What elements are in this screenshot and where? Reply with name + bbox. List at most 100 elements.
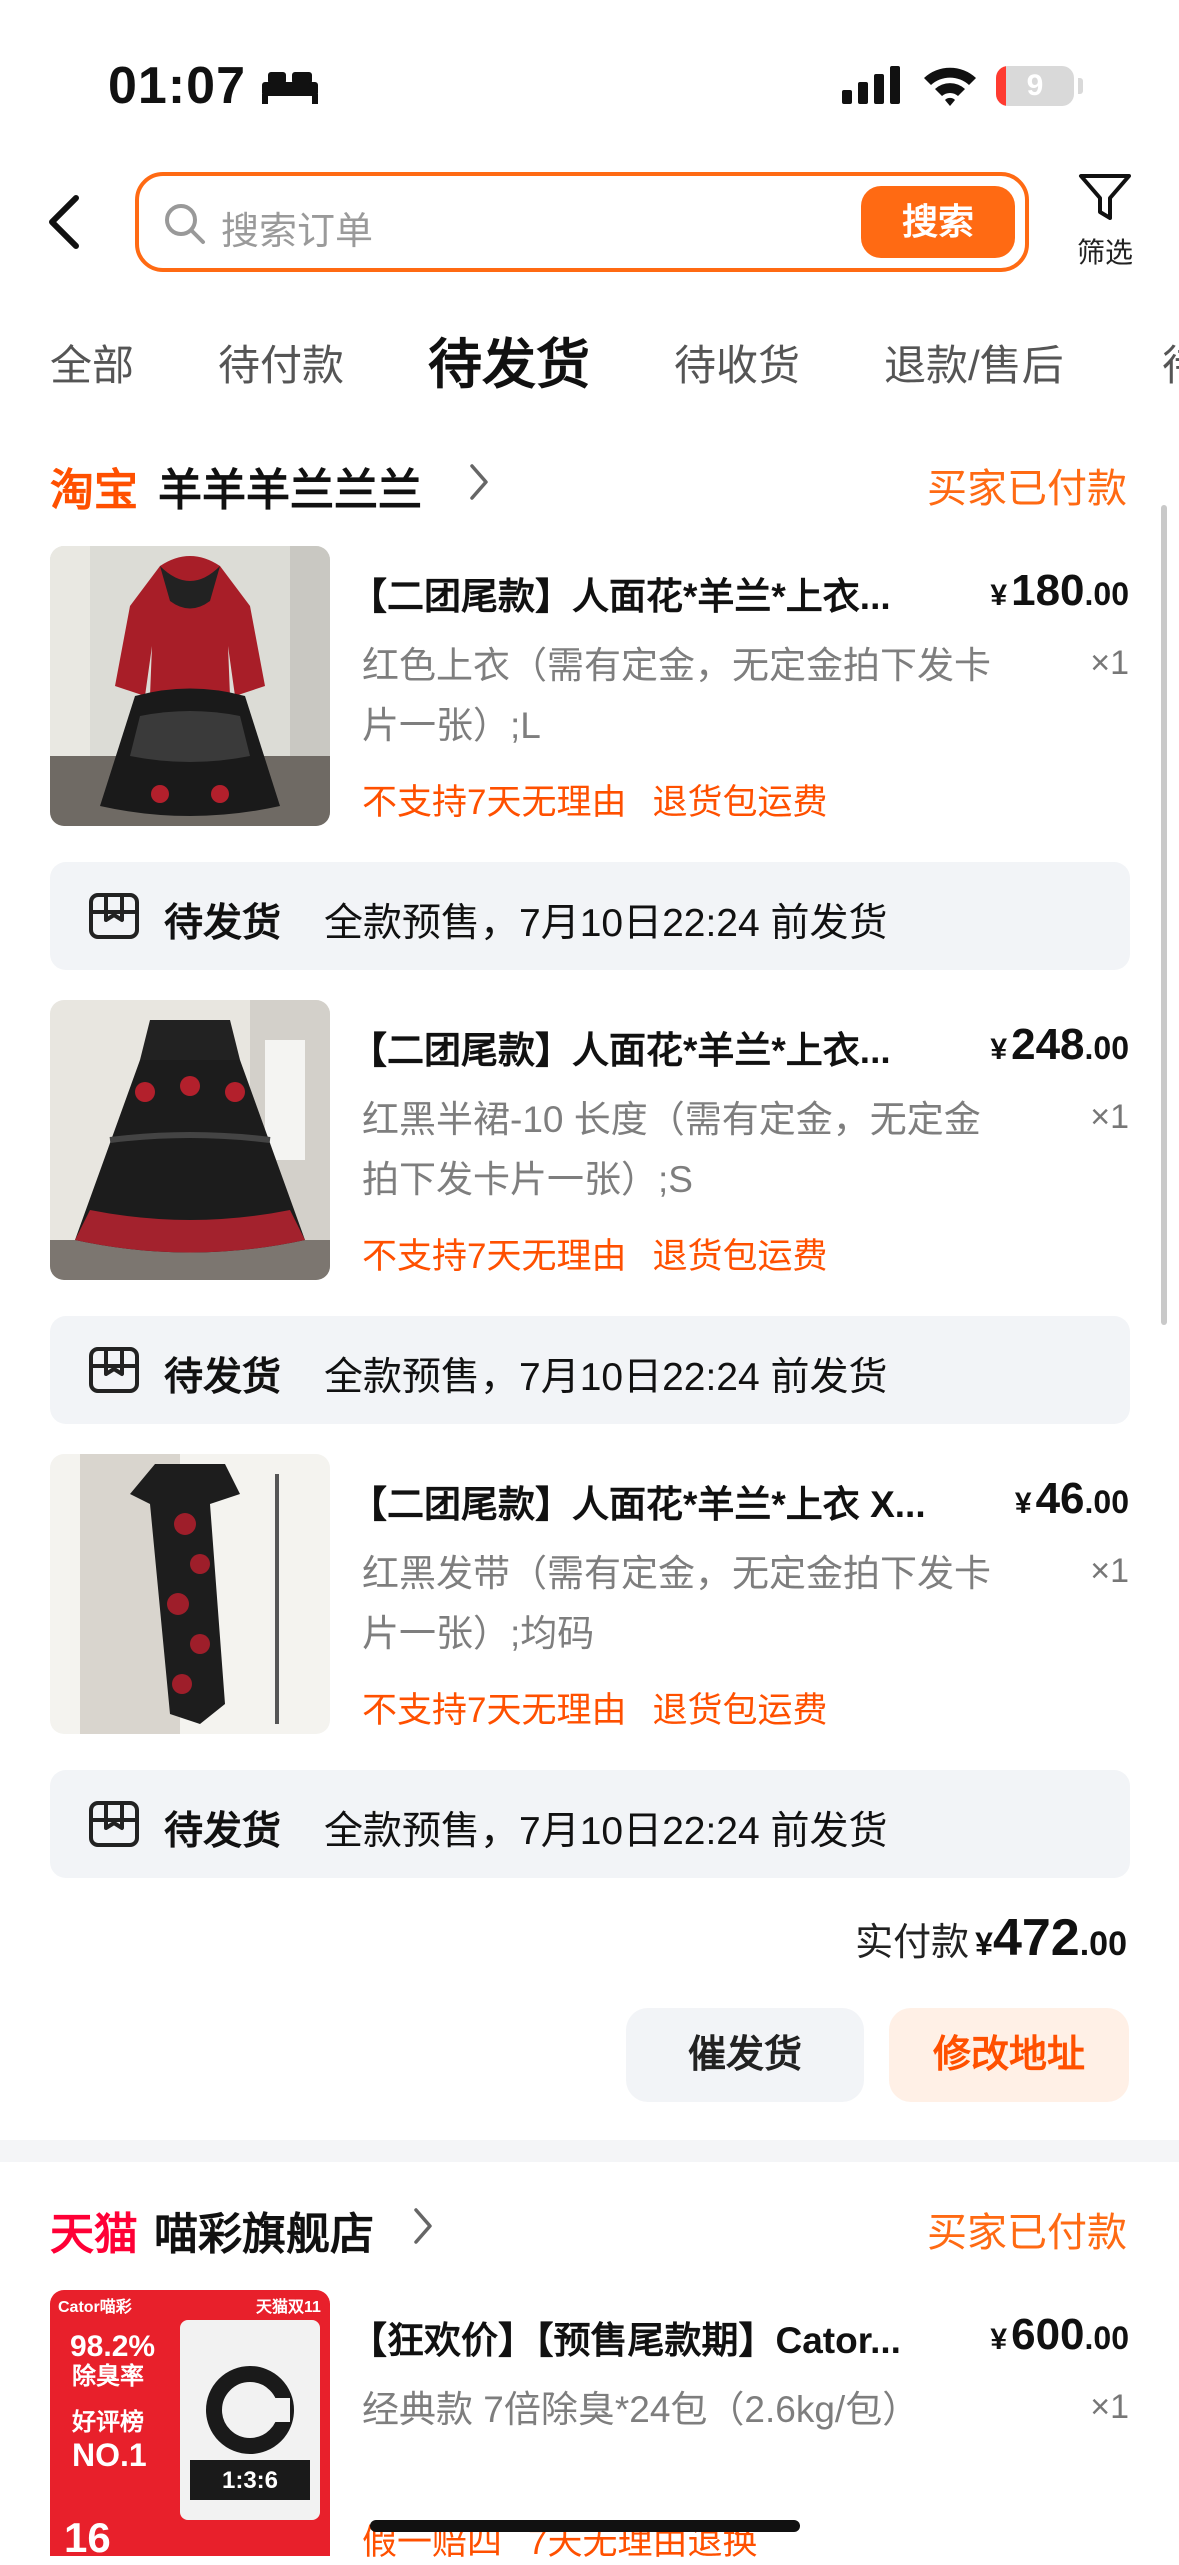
image-rank-label: 好评榜 bbox=[71, 2408, 144, 2436]
shipping-status: 待发货 bbox=[164, 1810, 282, 1853]
package-icon bbox=[89, 1801, 139, 1847]
filter-button[interactable]: 筛选 bbox=[1070, 172, 1140, 271]
taobao-logo: 淘宝 bbox=[50, 466, 138, 515]
sleep-focus-icon bbox=[262, 72, 318, 104]
shipping-desc: 全款预售，7月10日22:24 前发货 bbox=[324, 1356, 888, 1399]
image-badge-text: 天猫双11 bbox=[256, 2297, 321, 2316]
price-decimal: .00 bbox=[1084, 1484, 1129, 1520]
image-count-text: 16 bbox=[64, 2514, 111, 2556]
product-sku: 经典款 7倍除臭*24包（2.6kg/包） bbox=[362, 2389, 920, 2430]
product-title[interactable]: 【二团尾款】人面花*羊兰*上衣 X... bbox=[350, 1474, 950, 1528]
store-name[interactable]: 喵彩旗舰店 bbox=[154, 2198, 374, 2262]
search-input[interactable]: 搜索订单 bbox=[221, 200, 373, 255]
image-ratio-text: 1:3:6 bbox=[222, 2467, 278, 2494]
price-integer: 248 bbox=[1011, 1020, 1085, 1069]
tag-no-7day-return: 不支持7天无理由 bbox=[362, 1691, 627, 1730]
home-indicator[interactable] bbox=[370, 2520, 800, 2532]
price-integer: 600 bbox=[1011, 2310, 1085, 2359]
shipping-desc: 全款预售，7月10日22:24 前发货 bbox=[324, 1810, 888, 1853]
tag-no-7day-return: 不支持7天无理由 bbox=[362, 1237, 627, 1276]
currency-symbol: ¥ bbox=[975, 1926, 993, 1962]
search-icon bbox=[165, 204, 205, 244]
order-tabs: 全部 待付款 待发货 待收货 退款/售后 待 bbox=[0, 320, 1179, 400]
cellular-signal-icon bbox=[842, 66, 900, 104]
order-status: 买家已付款 bbox=[927, 2211, 1127, 2255]
price-decimal: .00 bbox=[1084, 576, 1129, 612]
tab-refund-aftersale[interactable]: 退款/售后 bbox=[884, 332, 1064, 393]
back-arrow-icon[interactable] bbox=[44, 192, 84, 252]
image-rate-text: 98.2% bbox=[70, 2330, 155, 2363]
currency-symbol: ¥ bbox=[990, 1033, 1008, 1066]
total-decimal: .00 bbox=[1079, 1925, 1127, 1963]
modify-address-button[interactable]: 修改地址 bbox=[889, 2008, 1129, 2102]
product-price: ¥46.00 bbox=[1015, 1474, 1129, 1524]
product-image[interactable]: 1:3:6 Cator喵彩 天猫双11 98.2% 除臭率 好评榜 NO.1 1… bbox=[50, 2290, 330, 2556]
price-integer: 46 bbox=[1035, 1474, 1085, 1523]
product-title[interactable]: 【二团尾款】人面花*羊兰*上衣... bbox=[350, 1020, 950, 1074]
status-time: 01:07 bbox=[108, 57, 246, 115]
product-sku: 红黑发带（需有定金，无定金拍下发卡片一张）;均码 bbox=[362, 1553, 991, 1654]
currency-symbol: ¥ bbox=[1014, 1487, 1032, 1520]
battery-level: 9 bbox=[1026, 69, 1044, 102]
package-icon bbox=[89, 1347, 139, 1393]
product-image[interactable] bbox=[50, 1000, 330, 1280]
shipping-desc: 全款预售，7月10日22:24 前发货 bbox=[324, 902, 888, 945]
product-quantity: ×1 bbox=[1090, 644, 1129, 682]
wifi-icon bbox=[924, 67, 976, 106]
product-price: ¥180.00 bbox=[990, 566, 1129, 616]
search-bar[interactable]: 搜索订单 搜索 bbox=[135, 172, 1029, 272]
tag-return-shipping: 退货包运费 bbox=[652, 1237, 828, 1276]
product-price: ¥248.00 bbox=[990, 1020, 1129, 1070]
image-rank-text: NO.1 bbox=[72, 2437, 147, 2473]
package-icon bbox=[89, 893, 139, 939]
currency-symbol: ¥ bbox=[990, 579, 1008, 612]
service-tags: 不支持7天无理由 退货包运费 bbox=[362, 774, 827, 825]
tab-pending-receipt[interactable]: 待收货 bbox=[674, 332, 800, 393]
tab-pending-payment[interactable]: 待付款 bbox=[218, 332, 344, 393]
tmall-logo: 天猫 bbox=[50, 2210, 138, 2259]
chevron-right-icon[interactable] bbox=[468, 462, 490, 502]
product-sku: 红黑半裙-10 长度（需有定金，无定金拍下发卡片一张）;S bbox=[362, 1099, 981, 1200]
product-image[interactable] bbox=[50, 546, 330, 826]
chevron-right-icon[interactable] bbox=[412, 2206, 434, 2246]
status-bar: 01:07 9 bbox=[0, 0, 1179, 160]
price-decimal: .00 bbox=[1084, 2320, 1129, 2356]
product-title[interactable]: 【狂欢价】【预售尾款期】Cator... bbox=[350, 2310, 950, 2364]
filter-label: 筛选 bbox=[1076, 237, 1133, 268]
price-integer: 180 bbox=[1011, 566, 1085, 615]
shipping-status: 待发货 bbox=[164, 902, 282, 945]
tag-return-shipping: 退货包运费 bbox=[652, 783, 828, 822]
total-label: 实付款 bbox=[855, 1922, 970, 1964]
filter-icon bbox=[1079, 174, 1131, 220]
image-brand-text: Cator喵彩 bbox=[58, 2298, 132, 2316]
product-quantity: ×1 bbox=[1090, 2388, 1129, 2426]
product-price: ¥600.00 bbox=[990, 2310, 1129, 2360]
product-quantity: ×1 bbox=[1090, 1098, 1129, 1136]
product-image[interactable] bbox=[50, 1454, 330, 1734]
currency-symbol: ¥ bbox=[990, 2323, 1008, 2356]
tab-all[interactable]: 全部 bbox=[50, 332, 134, 393]
service-tags: 不支持7天无理由 退货包运费 bbox=[362, 1682, 827, 1733]
product-title[interactable]: 【二团尾款】人面花*羊兰*上衣... bbox=[350, 566, 950, 620]
tag-return-shipping: 退货包运费 bbox=[652, 1691, 828, 1730]
shipping-status-bar[interactable]: 待发货 全款预售，7月10日22:24 前发货 bbox=[50, 1770, 1130, 1878]
search-button[interactable]: 搜索 bbox=[861, 186, 1015, 258]
urge-shipment-button[interactable]: 催发货 bbox=[626, 2008, 864, 2102]
tab-pending-shipment[interactable]: 待发货 bbox=[428, 320, 590, 399]
product-sku: 红色上衣（需有定金，无定金拍下发卡片一张）;L bbox=[362, 645, 991, 746]
store-name[interactable]: 羊羊羊兰兰兰 bbox=[158, 454, 422, 518]
service-tags: 不支持7天无理由 退货包运费 bbox=[362, 1228, 827, 1279]
tag-no-7day-return: 不支持7天无理由 bbox=[362, 783, 627, 822]
scrollbar[interactable] bbox=[1161, 505, 1167, 1325]
total-integer: 472 bbox=[992, 1909, 1080, 1967]
price-decimal: .00 bbox=[1084, 1030, 1129, 1066]
order-divider bbox=[0, 2140, 1179, 2162]
battery-indicator: 9 bbox=[996, 66, 1074, 106]
product-quantity: ×1 bbox=[1090, 1552, 1129, 1590]
shipping-status-bar[interactable]: 待发货 全款预售，7月10日22:24 前发货 bbox=[50, 862, 1130, 970]
shipping-status-bar[interactable]: 待发货 全款预售，7月10日22:24 前发货 bbox=[50, 1316, 1130, 1424]
order-status: 买家已付款 bbox=[927, 467, 1127, 511]
shipping-status: 待发货 bbox=[164, 1356, 282, 1399]
tab-more[interactable]: 待 bbox=[1162, 332, 1179, 393]
order-total: 实付款 ¥472.00 bbox=[855, 1908, 1127, 1968]
